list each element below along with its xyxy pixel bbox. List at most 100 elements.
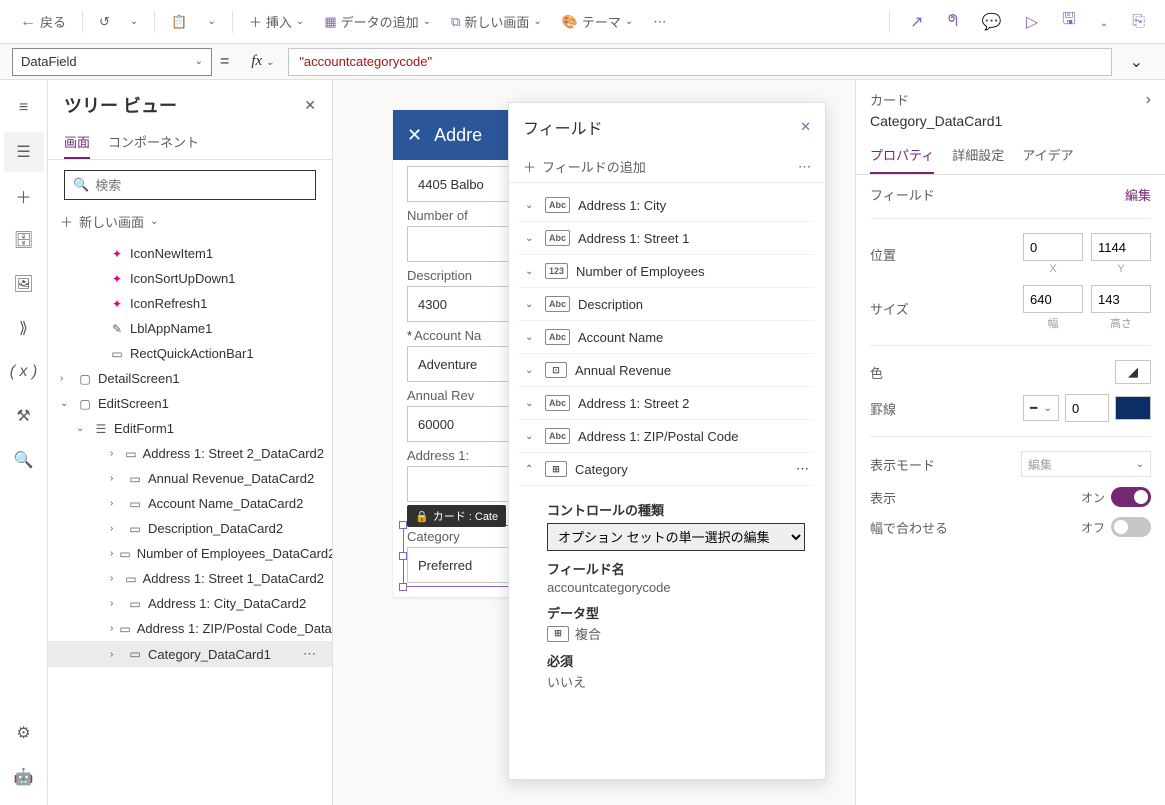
tree-node[interactable]: ›▢DetailScreen1 [48,366,332,391]
field-item[interactable]: ⌄AbcAddress 1: ZIP/Postal Code [519,420,815,453]
hamburger-icon[interactable]: ≡ [4,88,44,128]
chevron-right-icon[interactable]: › [110,498,122,509]
chevron-down-icon[interactable]: ⌄ [525,365,537,376]
tree-node[interactable]: ›▭Number of Employees_DataCard2 [48,541,332,566]
field-item-expanded[interactable]: ⌃⊞Category⋯ [519,453,815,486]
tree-search[interactable]: 🔍 [64,170,316,200]
search-rail-icon[interactable]: 🔍 [4,440,44,480]
more-icon[interactable]: ⋯ [796,461,809,477]
save-menu[interactable]: ⌄ [1092,7,1116,37]
chevron-down-icon[interactable]: ⌄ [525,200,537,211]
fit-width-toggle[interactable] [1111,517,1151,537]
field-item[interactable]: ⌄AbcDescription [519,288,815,321]
flows-rail-icon[interactable]: ⟫ [4,308,44,348]
paste-menu[interactable]: ⌄ [200,12,224,31]
search-input[interactable] [95,178,307,193]
tree-node[interactable]: ✦IconNewItem1 [48,241,332,266]
chevron-down-icon[interactable]: ⌄ [525,332,537,343]
chevron-right-icon[interactable]: › [110,573,119,584]
fx-button[interactable]: fx ⌄ [245,53,280,70]
field-item[interactable]: ⌄⊡Annual Revenue [519,354,815,387]
edit-fields-link[interactable]: 編集 [1125,185,1151,204]
theme-button[interactable]: 🎨テーマ⌄ [554,8,642,35]
share-icon[interactable]: ↗ [902,6,931,38]
formula-expand-icon[interactable]: ⌄ [1120,48,1153,76]
insert-button[interactable]: ＋挿入⌄ [241,8,312,35]
comment-icon[interactable]: 💬 [974,6,1010,38]
tree-node[interactable]: ›▭Address 1: City_DataCard2 [48,591,332,616]
tab-components[interactable]: コンポーネント [108,126,199,159]
checker-icon[interactable]: ᖗ [940,7,966,37]
more-icon[interactable]: ⋯ [798,159,811,175]
y-input[interactable] [1091,233,1151,261]
width-input[interactable] [1023,285,1083,313]
tree-node[interactable]: ›▭Annual Revenue_DataCard2 [48,466,332,491]
tree-node[interactable]: ›▭Address 1: Street 1_DataCard2 [48,566,332,591]
height-input[interactable] [1091,285,1151,313]
tree-node[interactable]: ›▭Address 1: Street 2_DataCard2 [48,441,332,466]
tree-node[interactable]: ›▭Account Name_DataCard2 [48,491,332,516]
play-icon[interactable]: ▷ [1018,6,1046,38]
undo-button[interactable]: ↺ [91,10,118,34]
add-field-button[interactable]: ＋フィールドの追加 [523,157,646,176]
chevron-right-icon[interactable]: › [110,649,122,660]
chevron-down-icon[interactable]: ⌄ [525,233,537,244]
border-width-input[interactable] [1065,394,1109,422]
field-item[interactable]: ⌄AbcAddress 1: Street 2 [519,387,815,420]
tab-properties[interactable]: プロパティ [870,137,934,174]
chevron-right-icon[interactable]: › [1146,91,1151,109]
chevron-right-icon[interactable]: › [110,473,122,484]
chevron-down-icon[interactable]: ⌄ [76,423,88,434]
border-style-dropdown[interactable]: ━⌄ [1023,395,1059,421]
field-item[interactable]: ⌄AbcAddress 1: Street 1 [519,222,815,255]
chevron-down-icon[interactable]: ⌄ [60,398,72,409]
field-item[interactable]: ⌄AbcAddress 1: City [519,189,815,222]
data-rail-icon[interactable]: 🗄 [4,220,44,260]
chevron-right-icon[interactable]: › [110,448,119,459]
paste-button[interactable]: 📋 [163,10,195,34]
chevron-down-icon[interactable]: ⌄ [525,266,537,277]
tab-screens[interactable]: 画面 [64,126,90,159]
control-type-select[interactable]: オプション セットの単一選択の編集 [547,523,805,551]
close-icon[interactable]: ✕ [407,125,422,146]
chevron-right-icon[interactable]: › [110,523,122,534]
new-screen-link[interactable]: ＋ 新しい画面 ⌄ [60,208,316,235]
chevron-down-icon[interactable]: ⌄ [525,398,537,409]
tab-advanced[interactable]: 詳細設定 [952,137,1004,174]
tree-node[interactable]: ›▭Description_DataCard2 [48,516,332,541]
tree-view-icon[interactable]: ☰ [4,132,44,172]
undo-menu[interactable]: ⌄ [122,12,146,31]
new-screen-button[interactable]: ⧉新しい画面⌄ [443,8,550,35]
save-icon[interactable]: 🖫 [1054,2,1084,41]
breadcrumb[interactable]: カード [870,90,909,109]
insert-rail-icon[interactable]: ＋ [4,176,44,216]
field-item[interactable]: ⌄AbcAccount Name [519,321,815,354]
node-menu-icon[interactable]: ⋯ [295,646,324,662]
tree-node[interactable]: ›▭Address 1: ZIP/Postal Code_DataCard2 [48,616,332,641]
tree-node[interactable]: ✦IconRefresh1 [48,291,332,316]
chevron-down-icon[interactable]: ⌄ [525,299,537,310]
tree-node[interactable]: ▭RectQuickActionBar1 [48,341,332,366]
media-rail-icon[interactable]: 🖼 [4,264,44,304]
chevron-down-icon[interactable]: ⌄ [525,431,537,442]
chevron-right-icon[interactable]: › [110,548,113,559]
tree-node-selected[interactable]: ›▭Category_DataCard1⋯ [48,641,332,667]
tab-ideas[interactable]: アイデア [1022,137,1073,174]
tree-node[interactable]: ✦IconSortUpDown1 [48,266,332,291]
tools-rail-icon[interactable]: ⚒ [4,396,44,436]
chevron-right-icon[interactable]: › [110,623,113,634]
chevron-right-icon[interactable]: › [60,373,72,384]
chevron-up-icon[interactable]: ⌃ [525,464,537,475]
close-icon[interactable]: ✕ [800,119,811,135]
property-selector[interactable]: DataField⌄ [12,48,212,76]
settings-rail-icon[interactable]: ⚙ [4,713,44,753]
ai-rail-icon[interactable]: 🤖 [4,757,44,797]
tree-node[interactable]: ⌄☰EditForm1 [48,416,332,441]
back-button[interactable]: ←戻る [12,8,74,35]
visible-toggle[interactable] [1111,487,1151,507]
tree-node[interactable]: ⌄▢EditScreen1 [48,391,332,416]
publish-icon[interactable]: ⎘ [1124,7,1153,37]
tree-node[interactable]: ✎LblAppName1 [48,316,332,341]
overflow-button[interactable]: ⋯ [645,10,674,34]
x-input[interactable] [1023,233,1083,261]
